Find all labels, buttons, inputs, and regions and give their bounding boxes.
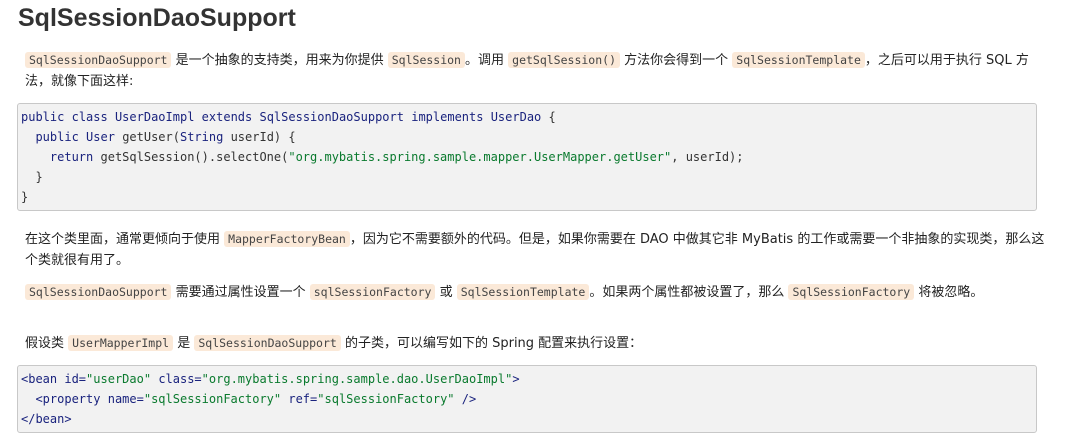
paragraph-text: 是一个抽象的支持类，用来为你提供 (171, 53, 388, 68)
doc-page: SqlSessionDaoSupport SqlSessionDaoSuppor… (0, 0, 1067, 442)
paragraph-text: 在这个类里面，通常更倾向于使用 (25, 232, 225, 247)
paragraph-text: 。如果两个属性都被设置了，那么 (589, 285, 789, 300)
inline-code: SqlSessionDaoSupport (25, 52, 172, 68)
paragraph-text: 需要通过属性设置一个 (171, 285, 310, 300)
code-line: <property name="sqlSessionFactory" ref="… (35, 392, 477, 406)
inline-code: SqlSessionTemplate (732, 52, 865, 68)
usage-paragraph: 在这个类里面，通常更倾向于使用 MapperFactoryBean ，因为它不需要… (25, 229, 1045, 271)
paragraph-text: 假设类 (25, 336, 69, 351)
inline-code: SqlSession (387, 52, 465, 68)
java-code-block[interactable]: public class UserDaoImpl extends SqlSess… (17, 103, 1037, 211)
property-paragraph: SqlSessionDaoSupport 需要通过属性设置一个 sqlSessi… (25, 282, 1045, 303)
config-paragraph: 假设类 UserMapperImpl 是 SqlSessionDaoSuppor… (25, 333, 1045, 354)
inline-code: SqlSessionDaoSupport (194, 335, 341, 351)
inline-code: getSqlSession() (508, 52, 620, 68)
page-title: SqlSessionDaoSupport (18, 4, 296, 32)
code-line: } (35, 170, 43, 184)
inline-code: sqlSessionFactory (309, 284, 436, 300)
intro-paragraph: SqlSessionDaoSupport 是一个抽象的支持类，用来为你提供 Sq… (25, 50, 1045, 92)
code-line: } (21, 190, 29, 204)
inline-code: SqlSessionTemplate (456, 284, 590, 300)
code-line: </bean> (21, 412, 72, 426)
code-line: return getSqlSession().selectOne("org.my… (49, 150, 744, 164)
paragraph-text: 或 (435, 285, 457, 300)
paragraph-text: 将被忽略。 (914, 285, 984, 300)
code-line: <bean id="userDao" class="org.mybatis.sp… (21, 372, 520, 386)
paragraph-text: 的子类，可以编写如下的 Spring 配置来执行设置： (340, 336, 643, 351)
code-line: public class UserDaoImpl extends SqlSess… (21, 110, 556, 124)
inline-code: MapperFactoryBean (224, 231, 350, 247)
xml-code-block[interactable]: <bean id="userDao" class="org.mybatis.sp… (17, 365, 1037, 433)
code-line: public User getUser(String userId) { (35, 130, 296, 144)
inline-code: UserMapperImpl (68, 335, 174, 351)
paragraph-text: 方法你会得到一个 (620, 53, 733, 68)
paragraph-text: 。调用 (465, 53, 509, 68)
paragraph-text: 是 (173, 336, 195, 351)
inline-code: SqlSessionFactory (788, 284, 915, 300)
inline-code: SqlSessionDaoSupport (25, 284, 172, 300)
